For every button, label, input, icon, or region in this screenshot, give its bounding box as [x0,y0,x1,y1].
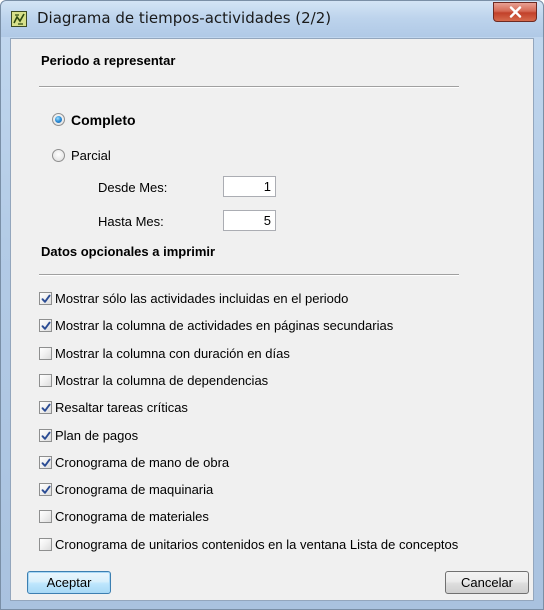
checkbox[interactable] [39,347,52,360]
checkbox[interactable] [39,483,52,496]
check-icon [41,321,51,330]
check-icon [41,485,51,494]
gantt-app-icon [11,11,27,27]
close-button[interactable] [493,2,537,22]
radio-button-parcial[interactable] [52,149,65,162]
section-title-periodo: Periodo a representar [41,53,176,68]
checkbox[interactable] [39,292,52,305]
radio-completo[interactable]: Completo [52,112,172,128]
accept-button[interactable]: Aceptar [27,571,111,594]
hasta-mes-input[interactable]: 5 [223,210,276,231]
dialog-window: Diagrama de tiempos-actividades (2/2) Pe… [0,0,544,610]
option-label: Mostrar la columna de dependencias [55,373,269,388]
radio-completo-label: Completo [71,112,136,128]
option-label: Plan de pagos [55,428,139,443]
check-icon [41,431,51,440]
desde-mes-label: Desde Mes: [98,180,168,195]
checkbox[interactable] [39,538,52,551]
option-label: Cronograma de mano de obra [55,455,230,470]
cancel-button[interactable]: Cancelar [445,571,529,594]
option-label: Cronograma de materiales [55,509,209,524]
separator [39,274,459,276]
section-title-opcionales: Datos opcionales a imprimir [41,244,216,259]
radio-button-completo[interactable] [52,113,65,126]
checkbox[interactable] [39,429,52,442]
option-label: Mostrar la columna con duración en días [55,346,290,361]
check-icon [41,294,51,303]
option-label: Mostrar la columna de actividades en pág… [55,318,394,333]
separator [39,86,459,88]
checkbox[interactable] [39,401,52,414]
option-label: Mostrar sólo las actividades incluidas e… [55,291,349,306]
option-label: Cronograma de unitarios contenidos en la… [55,537,459,552]
option-label: Cronograma de maquinaria [55,482,214,497]
check-icon [41,458,51,467]
hasta-mes-label: Hasta Mes: [98,214,164,229]
checkbox[interactable] [39,510,52,523]
checkbox[interactable] [39,374,52,387]
checkbox[interactable] [39,319,52,332]
desde-mes-input[interactable]: 1 [223,176,276,197]
radio-parcial[interactable]: Parcial [52,148,172,164]
title-bar[interactable]: Diagrama de tiempos-actividades (2/2) [1,1,543,37]
close-icon [509,6,522,18]
dialog-body: Periodo a representar Completo Parcial D… [10,38,534,601]
checkbox[interactable] [39,456,52,469]
radio-parcial-label: Parcial [71,148,111,163]
check-icon [41,403,51,412]
window-title: Diagrama de tiempos-actividades (2/2) [37,9,332,27]
option-label: Resaltar tareas críticas [55,400,188,415]
